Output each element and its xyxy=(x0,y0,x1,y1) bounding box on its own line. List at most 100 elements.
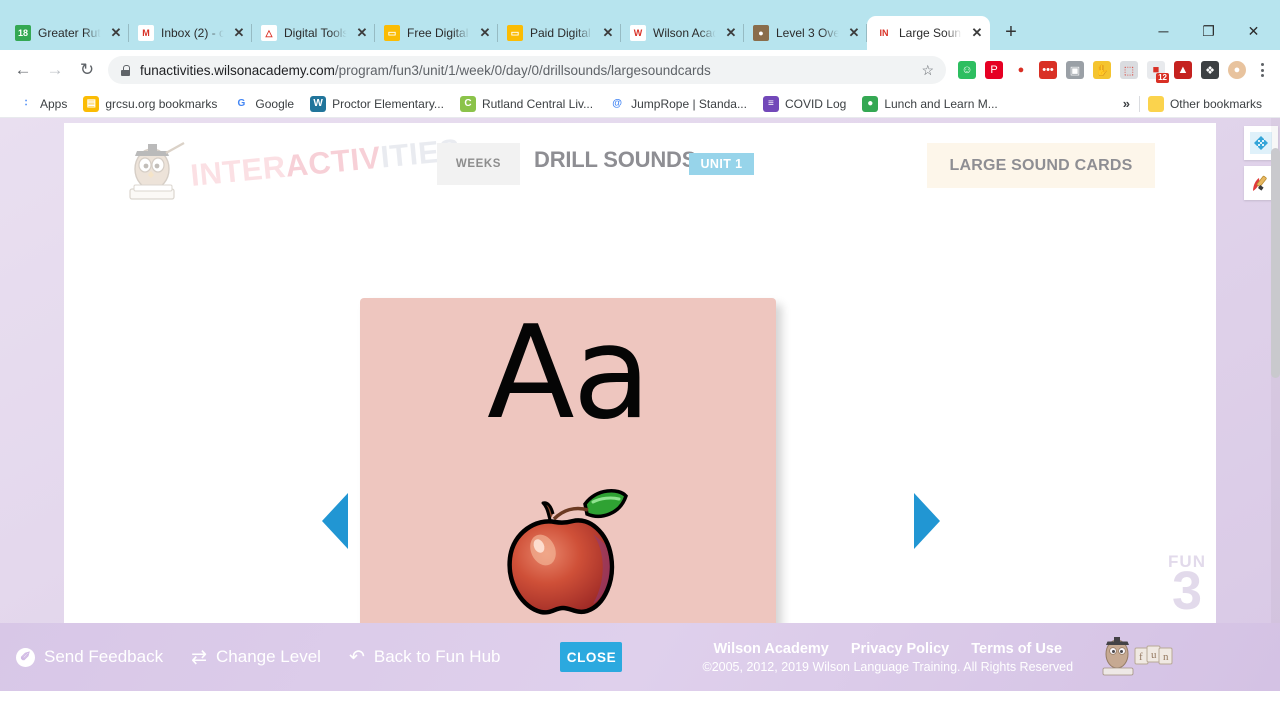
page-scrollbar-thumb[interactable] xyxy=(1271,148,1280,378)
browser-tab[interactable]: ▭ Paid Digital ✕ xyxy=(498,16,621,50)
tab-close-icon[interactable]: ✕ xyxy=(478,26,492,40)
footer-link[interactable]: Wilson Academy xyxy=(714,641,829,657)
app-footer: ✐ Send Feedback ⇄ Change Level ↶ Back to Fun … xyxy=(0,623,1280,691)
back-arrow-icon: ↶ xyxy=(348,646,365,668)
other-bookmarks-button[interactable]: Other bookmarks xyxy=(1140,93,1270,115)
browser-tab[interactable]: ▭ Free Digital ✕ xyxy=(375,16,498,50)
tab-label: Greater Rutl xyxy=(38,26,102,40)
tab-label: Large Sound xyxy=(899,26,963,40)
bookmark-item[interactable]: @ JumpRope | Standa... xyxy=(601,93,755,115)
other-bookmarks-label: Other bookmarks xyxy=(1169,96,1262,111)
bookmark-item[interactable]: G Google xyxy=(225,93,302,115)
close-button[interactable]: CLOSE xyxy=(560,642,623,672)
screencastify-extension-icon[interactable]: ● xyxy=(1012,61,1030,79)
unit-badge[interactable]: UNIT 1 xyxy=(689,153,754,175)
footer-action-label: Send Feedback xyxy=(44,647,164,666)
profile-avatar[interactable]: ● xyxy=(1228,61,1246,79)
footer-link[interactable]: Terms of Use xyxy=(971,641,1062,657)
footer-action[interactable]: ↶ Back to Fun Hub xyxy=(349,646,501,669)
tab-close-icon[interactable]: ✕ xyxy=(601,26,615,40)
extension-toolbar: ☺ P ● ••• ▣ ✋ ⬚ ■ 12 ▲ ❖ ● xyxy=(954,61,1246,83)
feedback-circle-icon: ✐ xyxy=(16,647,35,667)
bookmarks-overflow-button[interactable]: » xyxy=(1114,96,1139,111)
page-title: DRILL SOUNDS xyxy=(534,147,697,172)
tab-close-icon[interactable]: ✕ xyxy=(847,26,861,40)
svg-text:f: f xyxy=(1139,651,1143,663)
browser-window: 18 Greater Rutl ✕ M Inbox (2) - c ✕ △ Digital T… xyxy=(0,0,1280,720)
thumbs-up-extension-icon[interactable]: ✋ xyxy=(1093,61,1111,79)
bookmark-label: COVID Log xyxy=(784,96,847,111)
next-card-button[interactable] xyxy=(914,493,940,549)
browser-tab[interactable]: M Inbox (2) - c ✕ xyxy=(129,16,252,50)
lock-icon xyxy=(120,64,131,76)
bookmark-item[interactable]: ∶ Apps xyxy=(10,93,75,115)
shuffle-icon: ⇄ xyxy=(191,646,208,668)
browser-tab[interactable]: IN Large Sound ✕ xyxy=(867,16,990,50)
footer-link[interactable]: Privacy Policy xyxy=(851,641,949,657)
footer-action[interactable]: ✐ Send Feedback xyxy=(16,647,163,667)
bookmark-item[interactable]: ● Lunch and Learn M... xyxy=(854,93,1005,115)
bookmark-item[interactable]: ▤ grcsu.org bookmarks xyxy=(75,93,225,115)
footer-action[interactable]: ⇄ Change Level xyxy=(191,646,321,669)
address-bar[interactable]: funactivities.wilsonacademy.com/program/… xyxy=(108,56,946,84)
apps-grid-icon: ∶ xyxy=(18,95,34,112)
prev-card-button[interactable] xyxy=(322,493,348,549)
minimize-button[interactable]: ─ xyxy=(1141,14,1186,48)
tab-strip: 18 Greater Rutl ✕ M Inbox (2) - c ✕ △ Digital T… xyxy=(0,0,1280,50)
bookmark-item[interactable]: ≡ COVID Log xyxy=(755,93,854,115)
jumprope-icon: @ xyxy=(609,95,626,112)
browser-tab[interactable]: ● Level 3 Over ✕ xyxy=(744,16,867,50)
wilson-fundations-logo: f u n xyxy=(1097,634,1177,680)
tab-close-icon[interactable]: ✕ xyxy=(970,26,984,40)
svg-text:u: u xyxy=(1151,649,1157,661)
logo-wordmark: INTERACTIVITIES xyxy=(189,132,462,194)
fun3-watermark: FUN 3 xyxy=(1168,552,1206,618)
window-controls: ─ ❐ ✕ xyxy=(1141,12,1280,50)
alert-extension-icon[interactable]: ▲ xyxy=(1174,61,1192,79)
tab-close-icon[interactable]: ✕ xyxy=(355,26,369,40)
tab-weeks[interactable]: WEEKS xyxy=(437,143,520,185)
chrome-menu-button[interactable] xyxy=(1252,63,1272,77)
back-button[interactable]: ← xyxy=(8,55,38,85)
interactivities-icon: IN xyxy=(876,25,892,41)
page-content: INTERACTIVITIES WEEKS DRILL SOUNDS UNIT … xyxy=(0,118,1280,691)
page-scrollbar-track[interactable] xyxy=(1271,118,1280,691)
bookmark-label: Google xyxy=(255,96,295,111)
puzzle-extension-icon[interactable]: ❖ xyxy=(1201,61,1219,79)
tab-close-icon[interactable]: ✕ xyxy=(109,26,123,40)
wilson-icon: W xyxy=(630,25,646,41)
todoist-extension-icon[interactable]: ■ 12 xyxy=(1147,61,1169,83)
bookmark-label: Lunch and Learn M... xyxy=(884,96,998,111)
owl-icon: ● xyxy=(753,25,769,41)
forms-icon: ≡ xyxy=(762,95,779,112)
tab-close-icon[interactable]: ✕ xyxy=(724,26,738,40)
reload-button[interactable]: ↻ xyxy=(72,55,102,85)
bookmark-item[interactable]: C Rutland Central Liv... xyxy=(452,93,601,115)
bookmark-item[interactable]: W Proctor Elementary... xyxy=(302,93,452,115)
apple-illustration xyxy=(507,489,628,615)
tab-split-extension-icon[interactable]: ⬚ xyxy=(1120,61,1138,79)
new-tab-button[interactable]: + xyxy=(996,17,1026,47)
footer-action-label: Change Level xyxy=(216,647,321,666)
logo-part-1: INTER xyxy=(188,148,288,193)
tab-large-sound-cards[interactable]: LARGE SOUND CARDS xyxy=(927,143,1155,188)
maximize-button[interactable]: ❐ xyxy=(1186,14,1231,48)
tab-close-icon[interactable]: ✕ xyxy=(232,26,246,40)
interactivities-logo: INTERACTIVITIES xyxy=(122,132,482,209)
browser-tab[interactable]: △ Digital Tools ✕ xyxy=(252,16,375,50)
browser-tab[interactable]: W Wilson Acad ✕ xyxy=(621,16,744,50)
url-text: funactivities.wilsonacademy.com/program/… xyxy=(140,62,711,78)
map-pin-icon: ● xyxy=(862,95,879,112)
pinterest-extension-icon[interactable]: P xyxy=(985,61,1003,79)
forward-button[interactable]: → xyxy=(40,55,70,85)
window-close-button[interactable]: ✕ xyxy=(1231,14,1276,48)
tab-label: Free Digital xyxy=(407,26,469,40)
evernote-extension-icon[interactable]: ☺ xyxy=(958,61,976,79)
bookmark-label: Proctor Elementary... xyxy=(332,96,444,111)
cast-extension-icon[interactable]: ▣ xyxy=(1066,61,1084,79)
card-letter: Aa xyxy=(487,299,651,448)
bookmark-label: JumpRope | Standa... xyxy=(631,96,747,111)
dotted-extension-icon[interactable]: ••• xyxy=(1039,61,1057,79)
bookmark-star-icon[interactable]: ☆ xyxy=(921,62,934,79)
browser-tab[interactable]: 18 Greater Rutl ✕ xyxy=(6,16,129,50)
